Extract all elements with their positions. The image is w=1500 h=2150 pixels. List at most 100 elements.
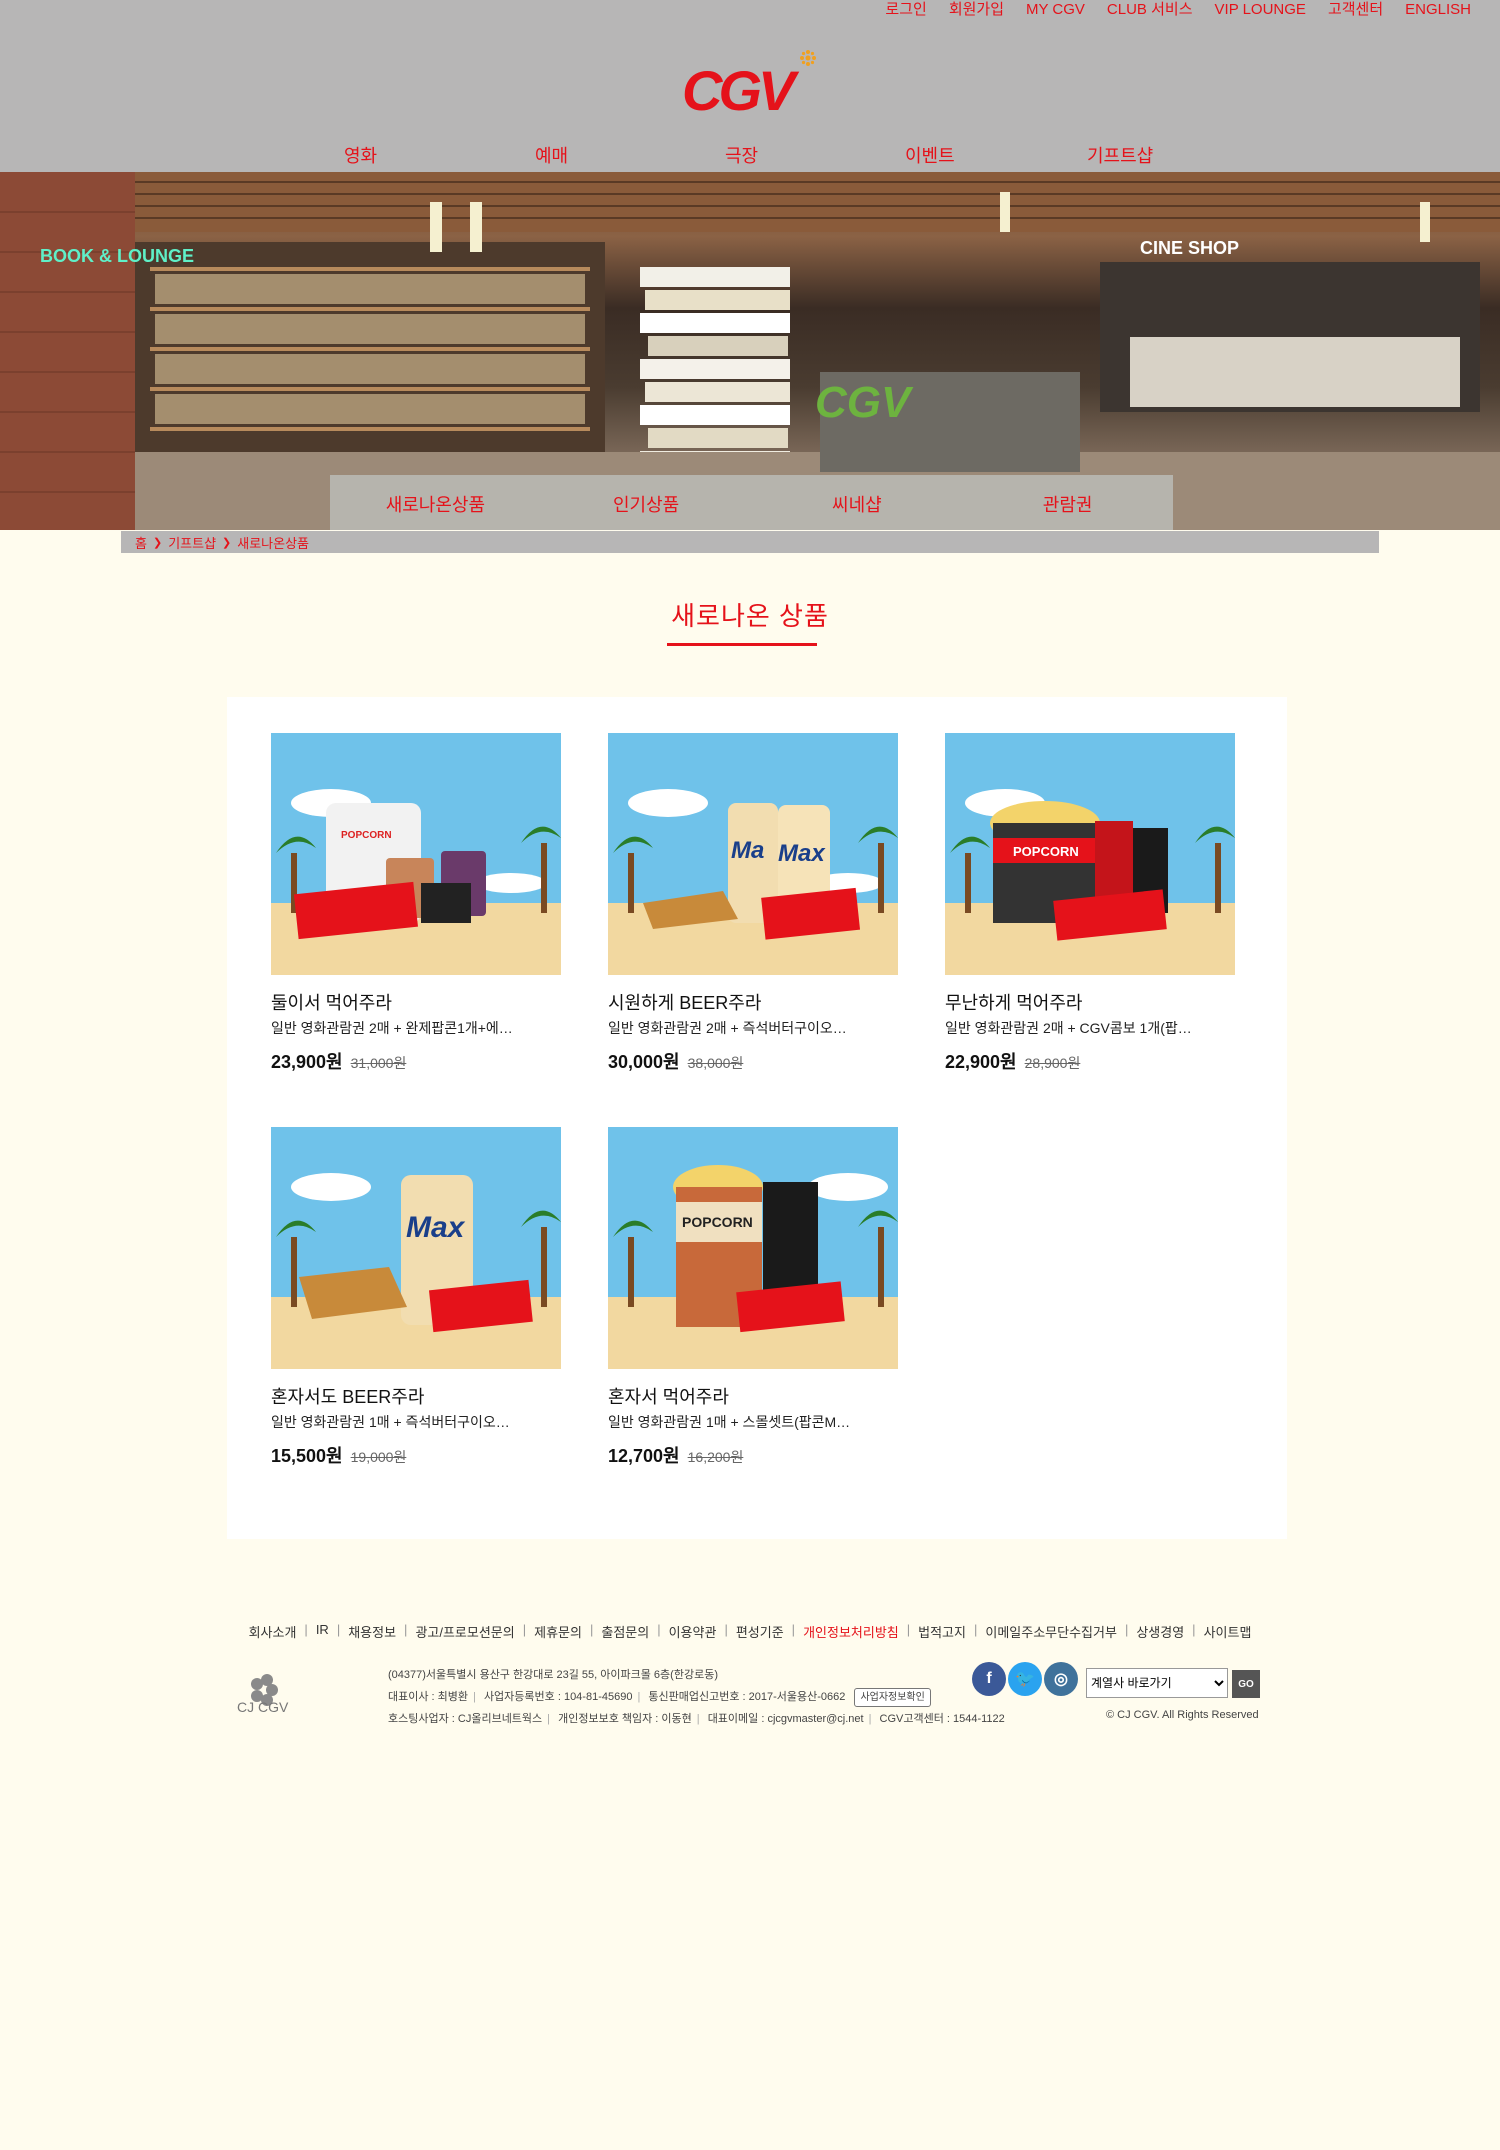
company-info-line3: 호스팅사업자 : CJ올리브네트웍스 | 개인정보보호 책임자 : 이동현 | 대표… (388, 1713, 1005, 1725)
product-item[interactable]: POPCORN 무난하게 먹어주라 일반 영화관람권 2매 + CGV콤보 1개… (945, 733, 1235, 1074)
svg-text:Max: Max (778, 840, 826, 867)
go-button[interactable]: GO (1232, 1670, 1260, 1698)
tab-cine-shop[interactable]: 씨네샵 (752, 475, 963, 530)
product-desc: 일반 영화관람권 2매 + 즉석버터구이오… (608, 1020, 847, 1036)
footer-link-recruit[interactable]: 채용정보 (348, 1622, 396, 1641)
original-price: 28,900원 (1024, 1055, 1081, 1071)
product-item[interactable]: Max 혼자서도 BEER주라 일반 영화관람권 1매 + 즉석버터구이오… 1… (271, 1127, 561, 1468)
price-row: 23,900원 31,000원 (271, 1048, 561, 1074)
my-cgv-link[interactable]: MY CGV (1026, 0, 1085, 22)
sale-price: 22,900원 (945, 1052, 1017, 1072)
product-name: 혼자서도 BEER주라 (271, 1387, 425, 1407)
sale-price: 30,000원 (608, 1052, 680, 1072)
original-price: 19,000원 (350, 1449, 407, 1465)
book-lounge-sign: BOOK & LOUNGE (40, 246, 194, 266)
product-item[interactable]: POPCORN 둘이서 먹어주라 일반 영화관람권 2매 + 완제팝콘1개+에…… (271, 733, 561, 1074)
svg-text:CGV: CGV (682, 59, 800, 120)
footer-link-partnership[interactable]: 제휴문의 (534, 1622, 582, 1641)
chevron-right-icon: ❯ (222, 536, 232, 549)
product-list: POPCORN 둘이서 먹어주라 일반 영화관람권 2매 + 완제팝콘1개+에…… (227, 697, 1287, 1539)
footer-links: 회사소개 | IR | 채용정보 | 광고/프로모션문의 | 제휴문의 | 출점문의 | 이… (248, 1622, 1252, 1641)
nav-movie[interactable]: 영화 (344, 142, 377, 168)
cine-shop-sign: CINE SHOP (1140, 238, 1239, 258)
footer-link-privacy[interactable]: 개인정보처리방침 (803, 1622, 899, 1641)
nav-reserve[interactable]: 예매 (535, 142, 568, 168)
breadcrumb-home[interactable]: 홈 (135, 533, 147, 552)
product-image[interactable]: POPCORN (271, 733, 561, 975)
signup-link[interactable]: 회원가입 (949, 0, 1004, 22)
original-price: 31,000원 (350, 1055, 407, 1071)
sale-price: 15,500원 (271, 1446, 343, 1466)
product-name: 시원하게 BEER주라 (608, 993, 762, 1013)
svg-text:CGV: CGV (815, 378, 914, 427)
giftshop-subtabs: 새로나온상품 인기상품 씨네샵 관람권 (330, 475, 1173, 530)
footer-link-win-win[interactable]: 상생경영 (1136, 1622, 1184, 1641)
product-name: 둘이서 먹어주라 (271, 993, 392, 1013)
product-desc: 일반 영화관람권 2매 + CGV콤보 1개(팝… (945, 1020, 1192, 1036)
svg-text:Ma: Ma (731, 837, 764, 864)
product-item[interactable]: Ma Max 시원하게 BEER주라 일반 영화관람권 2매 + 즉석버터구이오… (608, 733, 898, 1074)
breadcrumb-giftshop[interactable]: 기프트샵 (168, 533, 216, 552)
footer-link-terms[interactable]: 이용약관 (669, 1622, 717, 1641)
footer-link-sitemap[interactable]: 사이트맵 (1204, 1622, 1252, 1641)
hero-banner: CGV BOOK & LOUNGE CINE SHOP 새로나온상품 인기상품 … (0, 172, 1500, 530)
svg-text:Max: Max (406, 1211, 466, 1244)
footer-link-store-open[interactable]: 출점문의 (601, 1622, 649, 1641)
english-link[interactable]: ENGLISH (1405, 0, 1471, 22)
sale-price: 12,700원 (608, 1446, 680, 1466)
product-item[interactable]: POPCORN 혼자서 먹어주라 일반 영화관람권 1매 + 스몰셋트(팝콘M…… (608, 1127, 898, 1468)
tab-new-products[interactable]: 새로나온상품 (330, 475, 541, 530)
original-price: 38,000원 (687, 1055, 744, 1071)
product-image[interactable]: POPCORN (608, 1127, 898, 1369)
twitter-icon[interactable]: 🐦 (1008, 1662, 1042, 1696)
nav-theater[interactable]: 극장 (725, 142, 758, 168)
svg-text:POPCORN: POPCORN (1013, 844, 1079, 859)
footer-link-ir[interactable]: IR (316, 1622, 329, 1641)
footer-link-company[interactable]: 회사소개 (249, 1622, 297, 1641)
login-link[interactable]: 로그인 (885, 0, 926, 22)
chevron-right-icon: ❯ (152, 536, 163, 549)
price-row: 15,500원 19,000원 (271, 1442, 561, 1468)
breadcrumb-current[interactable]: 새로나온상품 (237, 533, 309, 552)
product-image[interactable]: Max (271, 1127, 561, 1369)
product-desc: 일반 영화관람권 1매 + 스몰셋트(팝콘M… (608, 1414, 851, 1430)
product-name: 무난하게 먹어주라 (945, 993, 1083, 1013)
footer-link-legal[interactable]: 법적고지 (918, 1622, 966, 1641)
instagram-icon[interactable]: ◎ (1044, 1662, 1078, 1696)
page-title: 새로나온 상품 (671, 601, 829, 631)
price-row: 12,700원 16,200원 (608, 1442, 898, 1468)
company-address: (04377)서울특별시 용산구 한강대로 23길 55, 아이파크몰 6층(한… (388, 1669, 718, 1681)
breadcrumb: 홈 ❯ 기프트샵 ❯ 새로나온상품 (121, 531, 1379, 553)
customer-center-link[interactable]: 고객센터 (1328, 0, 1383, 22)
company-info: (04377)서울특별시 용산구 한강대로 23길 55, 아이파크몰 6층(한… (388, 1664, 1005, 1730)
footer-link-email-refusal[interactable]: 이메일주소무단수집거부 (985, 1622, 1117, 1641)
price-row: 22,900원 28,900원 (945, 1048, 1235, 1074)
affiliate-select[interactable]: 계열사 바로가기 (1086, 1668, 1228, 1698)
nav-giftshop[interactable]: 기프트샵 (1087, 142, 1153, 168)
price-row: 30,000원 38,000원 (608, 1048, 898, 1074)
svg-text:POPCORN: POPCORN (682, 1214, 753, 1230)
vip-lounge-link[interactable]: VIP LOUNGE (1215, 0, 1306, 22)
tab-tickets[interactable]: 관람권 (962, 475, 1173, 530)
footer-link-schedule-policy[interactable]: 편성기준 (736, 1622, 784, 1641)
site-header: 로그인 회원가입 MY CGV CLUB 서비스 VIP LOUNGE 고객센터… (0, 0, 1500, 172)
sale-price: 23,900원 (271, 1052, 343, 1072)
facebook-icon[interactable]: f (972, 1662, 1006, 1696)
product-name: 혼자서 먹어주라 (608, 1387, 729, 1407)
footer-link-ad[interactable]: 광고/프로모션문의 (415, 1622, 514, 1641)
copyright: © CJ CGV. All Rights Reserved (1106, 1709, 1259, 1721)
product-image[interactable]: Ma Max (608, 733, 898, 975)
tab-popular-products[interactable]: 인기상품 (541, 475, 752, 530)
company-info-line2: 대표이사 : 최병환 | 사업자등록번호 : 104-81-45690 | 통신판매… (388, 1686, 1005, 1708)
svg-text:CJ CGV: CJ CGV (237, 1699, 289, 1715)
title-underline (667, 643, 817, 646)
cgv-logo[interactable]: CGV (682, 50, 820, 120)
business-info-button[interactable]: 사업자정보확인 (854, 1688, 931, 1707)
product-image[interactable]: POPCORN (945, 733, 1235, 975)
nav-event[interactable]: 이벤트 (905, 142, 955, 168)
original-price: 16,200원 (687, 1449, 744, 1465)
product-desc: 일반 영화관람권 1매 + 즉석버터구이오… (271, 1414, 510, 1430)
product-desc: 일반 영화관람권 2매 + 완제팝콘1개+에… (271, 1020, 513, 1036)
svg-text:POPCORN: POPCORN (341, 830, 392, 841)
club-service-link[interactable]: CLUB 서비스 (1107, 0, 1193, 22)
